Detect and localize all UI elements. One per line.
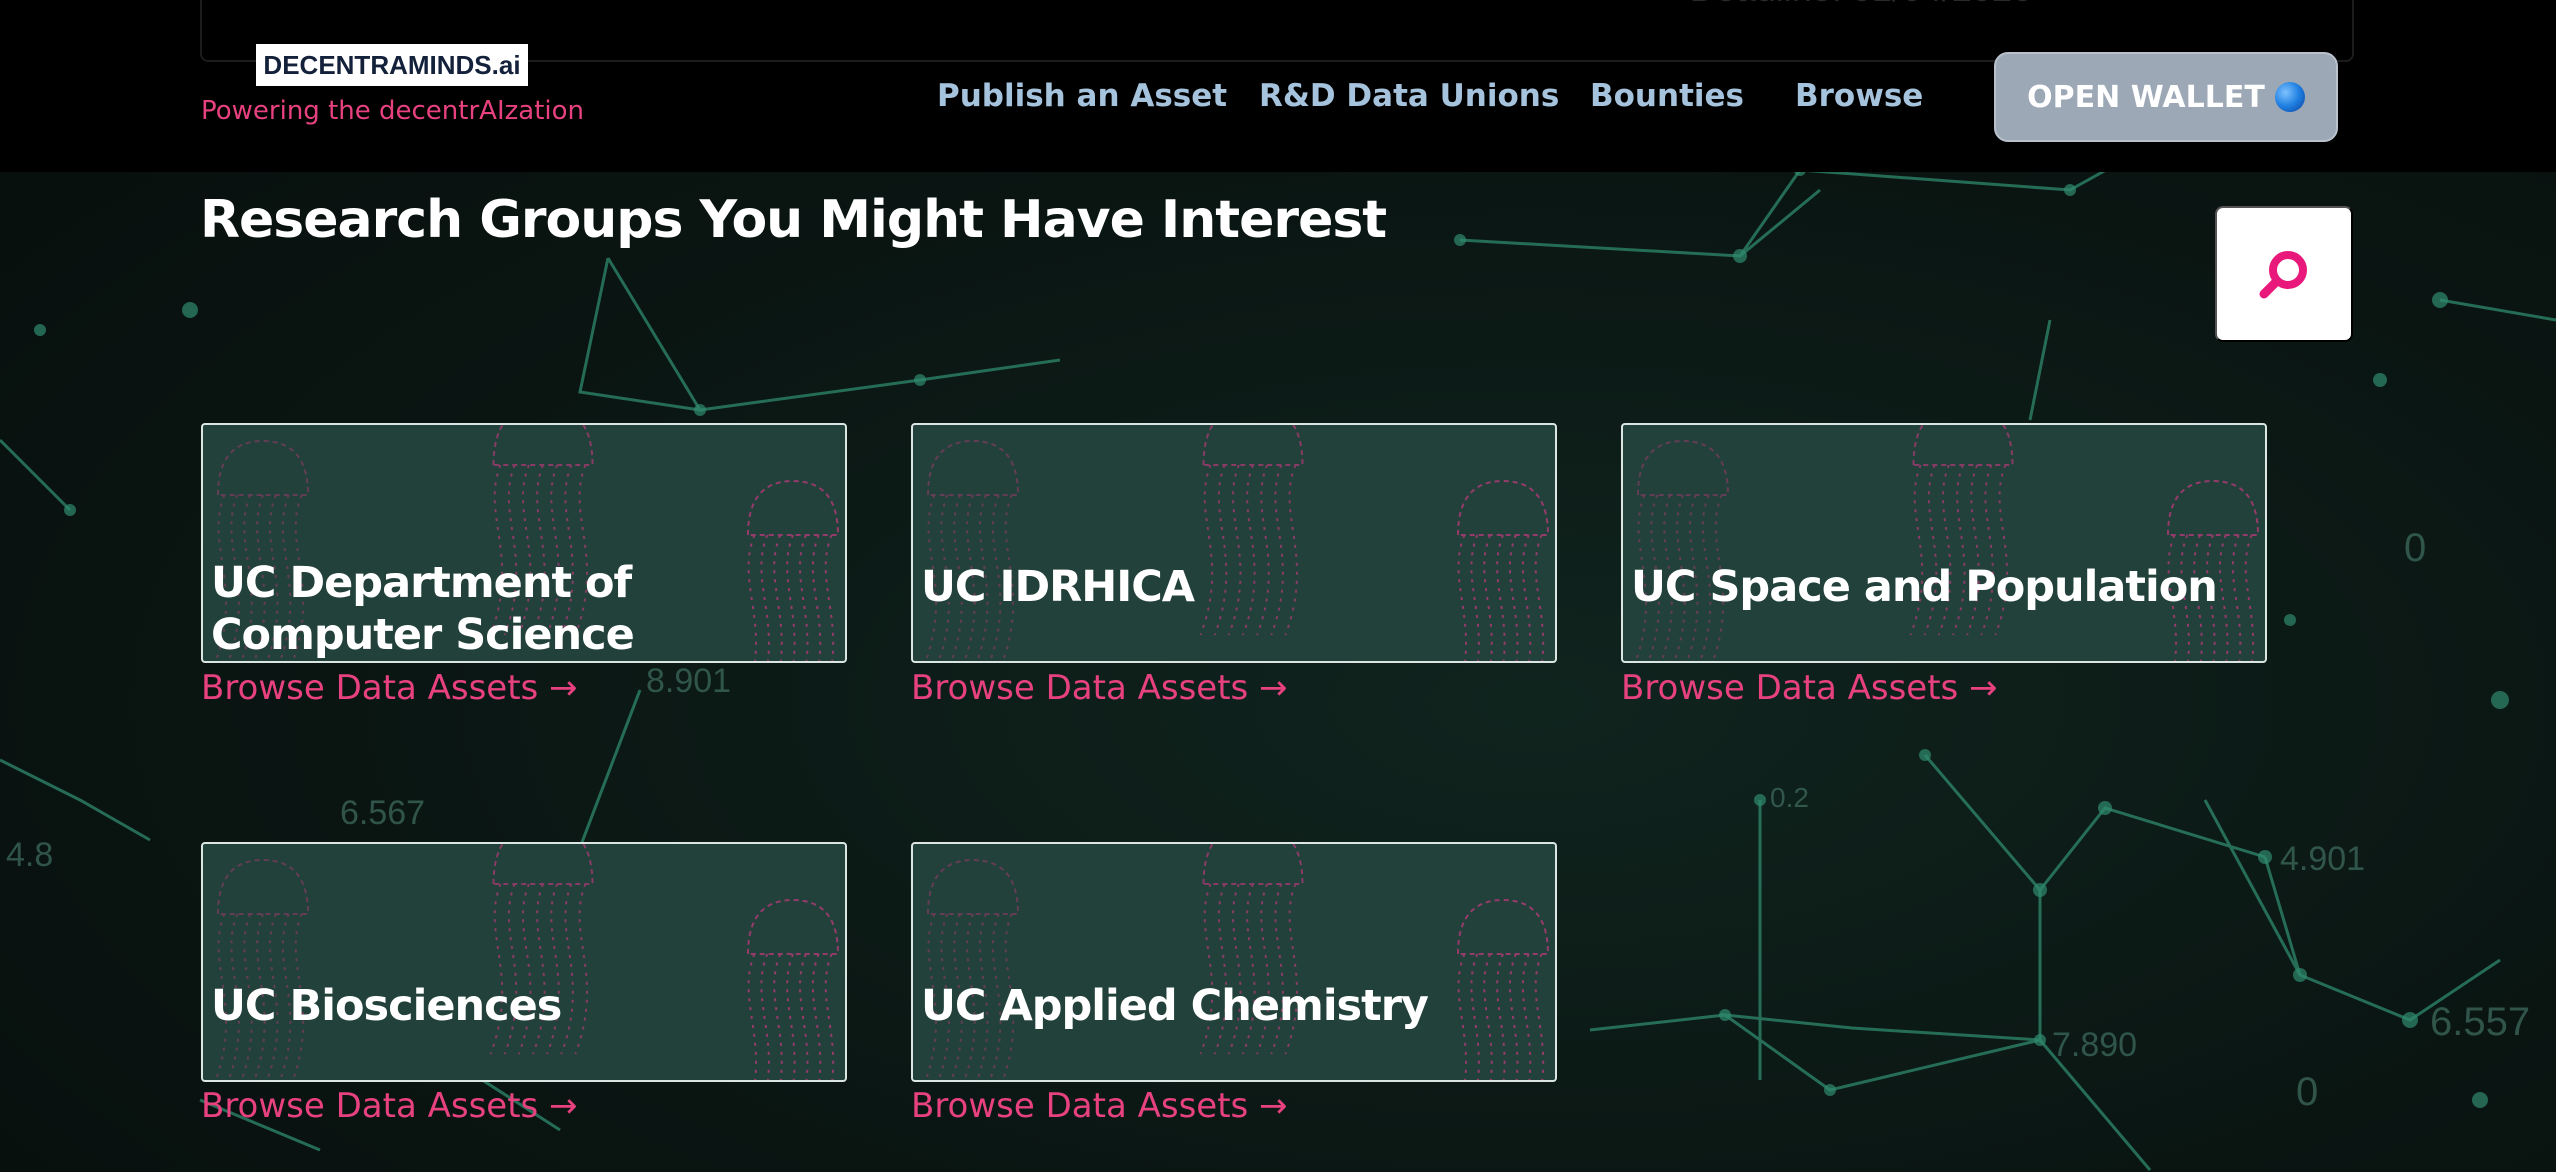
card-title: UC IDRHICA xyxy=(921,562,1195,612)
search-button[interactable] xyxy=(2215,206,2353,342)
browse-data-assets-link[interactable]: Browse Data Assets → xyxy=(1621,668,1998,708)
site-logo[interactable]: DECENTRAMINDS.ai xyxy=(256,44,528,86)
bg-number: 4.8 xyxy=(6,836,54,874)
open-wallet-button[interactable]: OPEN WALLET xyxy=(1994,52,2338,142)
research-group-card[interactable]: UC Biosciences xyxy=(201,842,847,1082)
section-title: Research Groups You Might Have Interest xyxy=(200,190,1387,250)
research-group-card[interactable]: UC Space and Population xyxy=(1621,423,2267,663)
top-header: Deadline: 01/04/2026 DECENTRAMINDS.ai Po… xyxy=(0,0,2556,172)
bg-number: 6.557 xyxy=(2430,1000,2531,1044)
research-group-card[interactable]: UC IDRHICA xyxy=(911,423,1557,663)
card-title: UC Space and Population xyxy=(1631,562,2218,612)
jellyfish-illustration xyxy=(924,425,1550,661)
nav-data-unions[interactable]: R&D Data Unions xyxy=(1259,78,1559,114)
bg-number: 6.567 xyxy=(340,794,426,832)
wallet-globe-icon xyxy=(2274,82,2305,112)
jellyfish-illustration xyxy=(214,844,840,1080)
site-tagline: Powering the decentrAIzation xyxy=(201,96,585,126)
card-title: UC Department of Computer Science xyxy=(211,558,635,660)
bg-number: 0 xyxy=(2404,526,2427,570)
jellyfish-illustration xyxy=(924,844,1550,1080)
bg-number: 0.2 xyxy=(1770,782,1809,813)
bg-number: 7.890 xyxy=(2052,1026,2138,1064)
open-wallet-label: OPEN WALLET xyxy=(2027,79,2265,115)
card-title: UC Applied Chemistry xyxy=(921,981,1429,1031)
research-group-card[interactable]: UC Applied Chemistry xyxy=(911,842,1557,1082)
card-title: UC Biosciences xyxy=(211,981,562,1031)
research-group-card[interactable]: UC Department of Computer Science xyxy=(201,423,847,663)
nav-browse[interactable]: Browse xyxy=(1795,78,1923,114)
browse-data-assets-link[interactable]: Browse Data Assets → xyxy=(201,1086,578,1126)
background-deadline-text: Deadline: 01/04/2026 xyxy=(1690,0,2032,10)
browse-data-assets-link[interactable]: Browse Data Assets → xyxy=(201,668,578,708)
nav-bounties[interactable]: Bounties xyxy=(1590,78,1744,114)
bg-number: 8.901 xyxy=(646,662,732,700)
nav-publish-asset[interactable]: Publish an Asset xyxy=(937,78,1227,114)
browse-data-assets-link[interactable]: Browse Data Assets → xyxy=(911,1086,1288,1126)
bg-number: 0 xyxy=(2296,1070,2319,1114)
search-icon xyxy=(2259,251,2307,299)
jellyfish-illustration xyxy=(1634,425,2260,661)
bg-number: 4.901 xyxy=(2280,840,2366,878)
browse-data-assets-link[interactable]: Browse Data Assets → xyxy=(911,668,1288,708)
